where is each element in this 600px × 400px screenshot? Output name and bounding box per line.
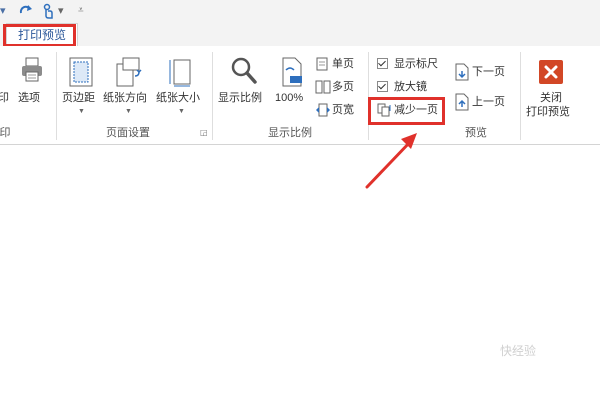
multi-page-icon (315, 80, 331, 94)
undo-caret[interactable]: ▾ (0, 2, 6, 20)
orientation-label: 纸张方向 (103, 92, 147, 104)
tab-highlight-box (3, 24, 76, 47)
hundred-percent-icon (282, 57, 302, 87)
size-caret: ▼ (178, 108, 185, 115)
magnifier-check (377, 81, 388, 92)
size-icon (169, 59, 191, 87)
prev-page-button[interactable]: 上一页 (452, 92, 512, 112)
size-button[interactable]: 纸张大小 ▼ (156, 54, 206, 120)
margins-label: 页边距 (62, 92, 95, 104)
next-page-button[interactable]: 下一页 (452, 62, 512, 82)
hundred-percent-label: 100% (275, 92, 304, 104)
document-area[interactable] (0, 145, 600, 400)
touch-mode-icon[interactable] (40, 2, 56, 20)
one-page-button[interactable]: 单页 (314, 56, 362, 72)
group-separator (520, 52, 521, 140)
watermark-text: 快经验 (500, 344, 537, 358)
group-separator (56, 52, 57, 140)
multi-page-label: 多页 (332, 81, 354, 93)
zoom-label: 显示比例 (218, 92, 262, 104)
magnifier-label: 放大镜 (394, 81, 427, 93)
shrink-one-page-highlight-box (368, 97, 445, 125)
page-width-icon (316, 103, 330, 117)
page-width-button[interactable]: 页宽 (314, 102, 362, 118)
page-width-label: 页宽 (332, 104, 354, 116)
print-group-label: 印 (0, 127, 11, 139)
prev-page-icon (455, 93, 469, 111)
group-separator (212, 52, 213, 140)
customize-qat-icon[interactable]: ⩡ (78, 2, 84, 20)
show-ruler-checkbox[interactable]: 显示标尺 (376, 56, 446, 72)
redo-icon[interactable] (18, 2, 34, 20)
show-ruler-label: 显示标尺 (394, 58, 438, 70)
one-page-label: 单页 (332, 58, 354, 70)
orientation-button[interactable]: 纸张方向 ▼ (103, 54, 153, 120)
printer-icon (22, 57, 42, 82)
arrow-annotation (365, 133, 417, 189)
options-label: 选项 (18, 92, 40, 104)
close-icon (539, 60, 563, 84)
page-setup-group-label: 页面设置 (106, 127, 150, 139)
size-label: 纸张大小 (156, 92, 200, 104)
ribbon-tab-bar: 打印预览 (0, 22, 600, 47)
close-label-line1: 关闭 (540, 92, 562, 104)
magnifier-checkbox[interactable]: 放大镜 (376, 79, 446, 95)
options-button[interactable]: 选项 (16, 54, 48, 114)
one-page-icon (316, 57, 328, 71)
margins-caret: ▼ (78, 108, 85, 115)
close-label-line2: 打印预览 (526, 106, 570, 118)
zoom-button[interactable]: 显示比例 (218, 54, 270, 110)
quick-access-toolbar: ▾ ▾ ⩡ (0, 0, 600, 22)
zoom-icon (231, 57, 257, 84)
print-button-label-partial[interactable]: 印 (0, 92, 9, 105)
next-page-icon (455, 63, 469, 81)
close-print-preview-button[interactable]: 关闭 打印预览 (524, 56, 580, 122)
next-page-label: 下一页 (472, 66, 505, 78)
show-ruler-check (377, 58, 388, 69)
margins-button[interactable]: 页边距 ▼ (62, 54, 100, 120)
orientation-caret: ▼ (125, 108, 132, 115)
prev-page-label: 上一页 (472, 96, 505, 108)
zoom-group-label: 显示比例 (268, 127, 312, 139)
orientation-icon (116, 57, 142, 87)
margins-icon (69, 57, 93, 87)
preview-group-label: 预览 (465, 127, 487, 139)
multi-page-button[interactable]: 多页 (314, 79, 362, 95)
redo-caret[interactable]: ▾ (58, 2, 64, 20)
page-setup-launcher-icon[interactable]: ◲ (200, 128, 208, 137)
hundred-percent-button[interactable]: 100% (274, 54, 310, 110)
